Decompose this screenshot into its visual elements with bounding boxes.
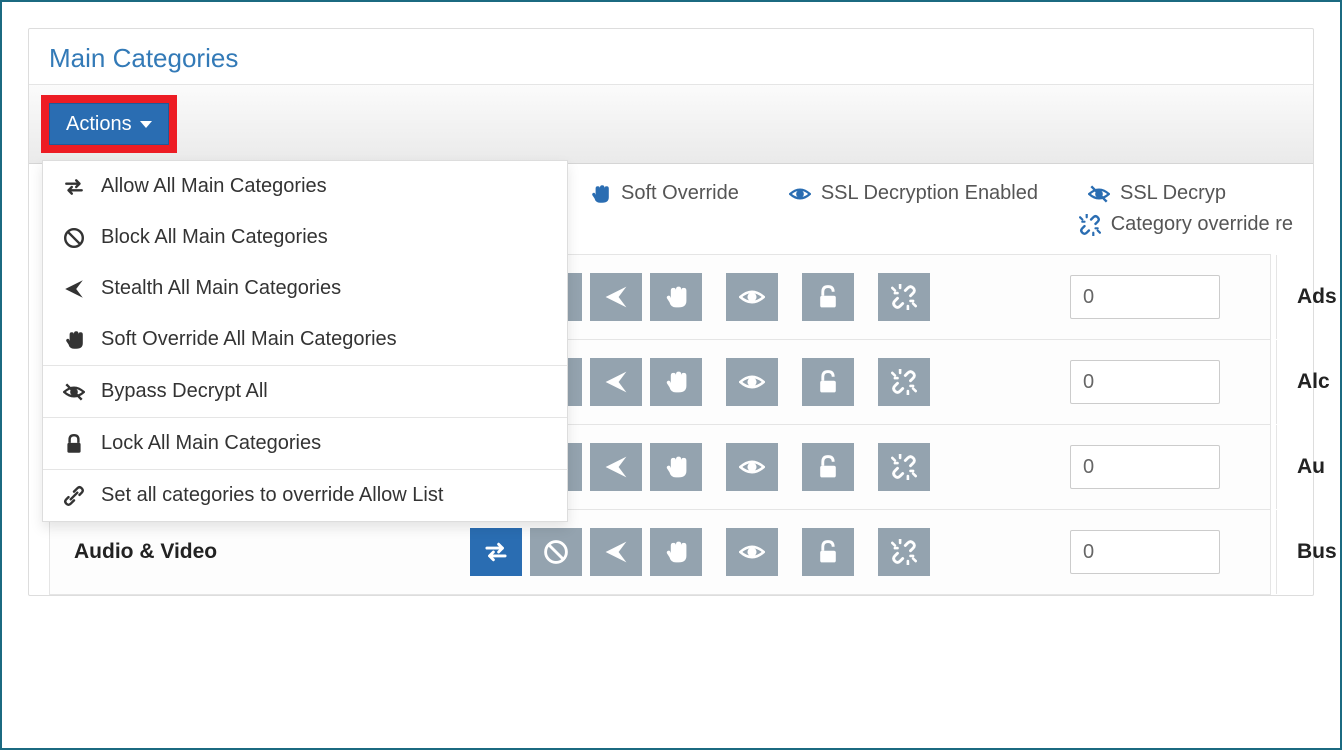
panel-title: Main Categories bbox=[29, 29, 1313, 85]
menu-label: Block All Main Categories bbox=[101, 226, 328, 249]
soft-override-button[interactable] bbox=[650, 528, 702, 576]
count-input[interactable] bbox=[1070, 275, 1220, 319]
menu-item-lock-all[interactable]: Lock All Main Categories bbox=[43, 418, 567, 469]
ssl-decrypt-button[interactable] bbox=[726, 528, 778, 576]
category-right-label: Alc bbox=[1276, 340, 1342, 424]
legend-ssl-decrypt: SSL Decryp bbox=[1088, 182, 1226, 205]
spacer bbox=[786, 528, 794, 576]
stealth-button[interactable] bbox=[590, 443, 642, 491]
spacer bbox=[786, 443, 794, 491]
spacer bbox=[710, 358, 718, 406]
actions-highlight: Actions bbox=[41, 95, 177, 153]
ssl-decrypt-button[interactable] bbox=[726, 358, 778, 406]
legend-ssl-enabled: SSL Decryption Enabled bbox=[789, 182, 1038, 205]
category-right-label: Ads bbox=[1276, 255, 1342, 339]
override-chain-button[interactable] bbox=[878, 358, 930, 406]
eye-slash-icon bbox=[63, 381, 85, 403]
spacer bbox=[862, 443, 870, 491]
menu-label: Soft Override All Main Categories bbox=[101, 328, 397, 351]
lock-button[interactable] bbox=[802, 443, 854, 491]
stealth-button[interactable] bbox=[590, 358, 642, 406]
category-right-label: Au bbox=[1276, 425, 1342, 509]
menu-item-allow-all[interactable]: Allow All Main Categories bbox=[43, 161, 567, 212]
soft-override-button[interactable] bbox=[650, 273, 702, 321]
count-input[interactable] bbox=[1070, 445, 1220, 489]
stealth-button[interactable] bbox=[590, 528, 642, 576]
override-chain-button[interactable] bbox=[878, 273, 930, 321]
caret-down-icon bbox=[140, 121, 152, 128]
spacer bbox=[862, 358, 870, 406]
lock-button[interactable] bbox=[802, 273, 854, 321]
category-name: Audio & Video bbox=[50, 540, 470, 564]
stealth-button[interactable] bbox=[590, 273, 642, 321]
menu-label: Lock All Main Categories bbox=[101, 432, 321, 455]
spacer bbox=[710, 443, 718, 491]
spacer bbox=[786, 358, 794, 406]
legend-category-override: Category override re bbox=[1079, 213, 1293, 236]
menu-item-override-allow-list[interactable]: Set all categories to override Allow Lis… bbox=[43, 470, 567, 521]
legend-soft-override: Soft Override bbox=[589, 182, 739, 205]
spacer bbox=[786, 273, 794, 321]
lock-button[interactable] bbox=[802, 528, 854, 576]
lock-icon bbox=[63, 433, 85, 455]
app-frame: Main Categories Actions Soft Override SS… bbox=[0, 0, 1342, 750]
menu-label: Allow All Main Categories bbox=[101, 175, 327, 198]
toolbar: Actions bbox=[29, 85, 1313, 164]
override-chain-button[interactable] bbox=[878, 528, 930, 576]
menu-item-soft-override-all[interactable]: Soft Override All Main Categories bbox=[43, 314, 567, 365]
chain-icon bbox=[63, 485, 85, 507]
menu-label: Set all categories to override Allow Lis… bbox=[101, 484, 443, 507]
soft-override-button[interactable] bbox=[650, 358, 702, 406]
menu-label: Bypass Decrypt All bbox=[101, 380, 268, 403]
spacer bbox=[710, 273, 718, 321]
override-chain-button[interactable] bbox=[878, 443, 930, 491]
block-button[interactable] bbox=[530, 528, 582, 576]
table-row: Audio & Video Bus bbox=[49, 510, 1271, 595]
actions-dropdown-menu: Allow All Main Categories Block All Main… bbox=[42, 160, 568, 522]
plane-icon bbox=[63, 278, 85, 300]
menu-label: Stealth All Main Categories bbox=[101, 277, 341, 300]
spacer bbox=[862, 528, 870, 576]
spacer bbox=[710, 528, 718, 576]
swap-icon bbox=[63, 176, 85, 198]
spacer bbox=[862, 273, 870, 321]
menu-item-bypass-decrypt-all[interactable]: Bypass Decrypt All bbox=[43, 366, 567, 417]
ssl-decrypt-button[interactable] bbox=[726, 443, 778, 491]
count-input[interactable] bbox=[1070, 360, 1220, 404]
count-input[interactable] bbox=[1070, 530, 1220, 574]
ssl-decrypt-button[interactable] bbox=[726, 273, 778, 321]
hand-icon bbox=[63, 329, 85, 351]
allow-button[interactable] bbox=[470, 528, 522, 576]
category-right-label: Bus bbox=[1276, 510, 1342, 594]
menu-item-stealth-all[interactable]: Stealth All Main Categories bbox=[43, 263, 567, 314]
actions-label: Actions bbox=[66, 112, 132, 136]
soft-override-button[interactable] bbox=[650, 443, 702, 491]
lock-button[interactable] bbox=[802, 358, 854, 406]
block-icon bbox=[63, 227, 85, 249]
menu-item-block-all[interactable]: Block All Main Categories bbox=[43, 212, 567, 263]
actions-dropdown-button[interactable]: Actions bbox=[49, 103, 169, 145]
